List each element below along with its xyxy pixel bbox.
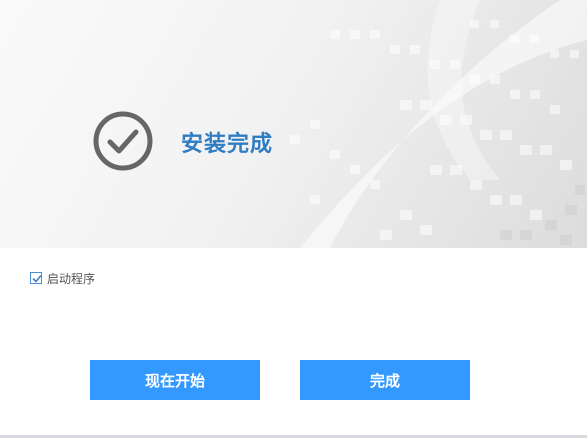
install-complete-title: 安装完成: [181, 132, 274, 157]
check-circle-icon: [92, 110, 154, 172]
launch-program-checkbox[interactable]: [30, 272, 42, 284]
banner-background-pattern: [290, 0, 587, 248]
launch-program-label[interactable]: 启动程序: [47, 270, 95, 287]
launch-program-option[interactable]: 启动程序: [30, 270, 95, 286]
header-banner: 安装完成: [0, 0, 587, 248]
start-now-button[interactable]: 现在开始: [90, 360, 260, 400]
finish-button[interactable]: 完成: [300, 360, 470, 400]
checkmark-icon: [32, 275, 42, 283]
